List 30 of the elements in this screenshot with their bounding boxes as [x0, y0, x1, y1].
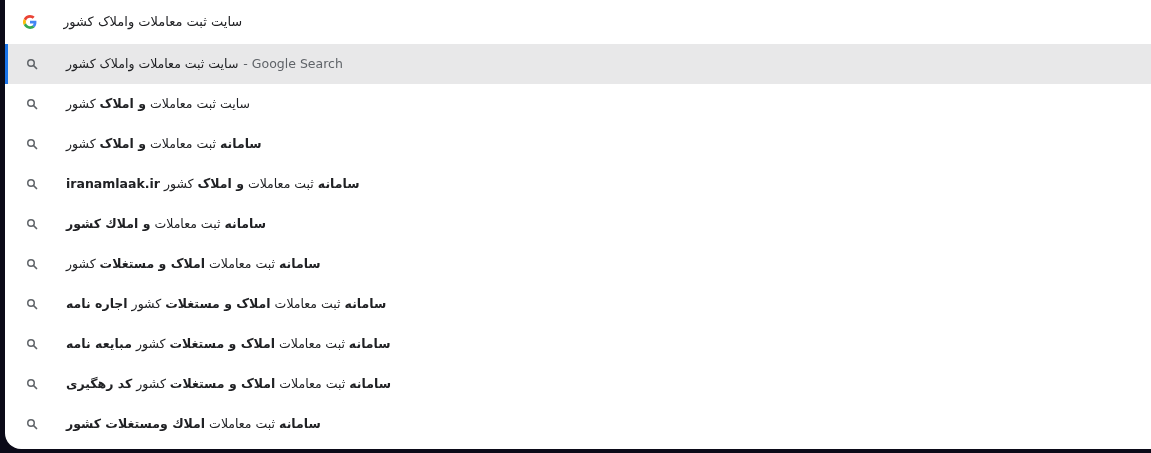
suggestion-text: سامانه ثبت معاملات املاك ومستغلات كشور [66, 414, 321, 433]
suggestion-text: سایت ثبت معاملات واملاک کشور [66, 54, 239, 74]
suggestion-text: سایت ثبت معاملات و املاک کشور [66, 94, 250, 114]
suggestion-text: سامانه ثبت معاملات و املاك كشور [66, 214, 267, 233]
search-icon [26, 298, 38, 310]
suggestion-text: سامانه ثبت معاملات املاک و مستغلات کشور اجاره نامه [66, 294, 387, 314]
suggestion-text: سامانه ثبت معاملات املاک و مستغلات کشور مبایعه نامه [66, 334, 391, 354]
search-icon [26, 98, 38, 110]
suggestion-item[interactable]: سایت ثبت معاملات و املاک کشور [5, 84, 1151, 124]
suggestion-item[interactable]: سامانه ثبت معاملات املاک و مستغلات کشور کد رهگیری [5, 364, 1151, 404]
search-icon [26, 178, 38, 190]
search-icon [26, 138, 38, 150]
suggestion-text: سامانه ثبت معاملات املاک و مستغلات کشور [66, 254, 321, 274]
search-icon [26, 258, 38, 270]
suggestion-text: سامانه ثبت معاملات املاک و مستغلات کشور کد رهگیری [66, 374, 391, 394]
suggestion-item[interactable]: سامانه ثبت معاملات املاک و مستغلات کشور [5, 244, 1151, 284]
suggestion-text: سامانه ثبت معاملات و املاک کشور [66, 134, 262, 154]
suggestion-suffix: - Google Search [243, 54, 343, 73]
search-icon [26, 418, 38, 430]
search-icon [26, 338, 38, 350]
search-icon [26, 218, 38, 230]
google-g-icon [23, 15, 37, 29]
suggestion-item[interactable]: سامانه ثبت معاملات املاک و مستغلات کشور اجاره نامه [5, 284, 1151, 324]
suggestion-item[interactable]: سامانه ثبت معاملات املاك ومستغلات كشور [5, 404, 1151, 444]
search-icon [26, 58, 38, 70]
omnibox-field[interactable]: سایت ثبت معاملات واملاک کشور [63, 12, 563, 32]
suggestion-item[interactable]: سامانه ثبت معاملات املاک و مستغلات کشور مبایعه نامه [5, 324, 1151, 364]
search-icon [26, 378, 38, 390]
suggestion-item[interactable]: سامانه ثبت معاملات و املاک کشور [5, 124, 1151, 164]
suggestion-item[interactable]: سامانه ثبت معاملات و املاك كشور [5, 204, 1151, 244]
